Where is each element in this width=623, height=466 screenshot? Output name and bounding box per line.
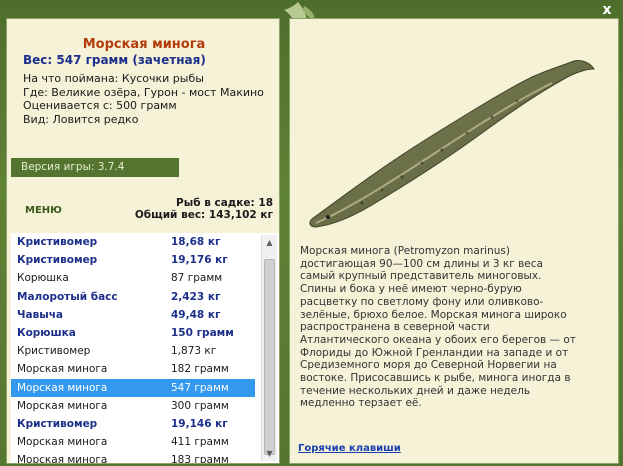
- bait-line: На что поймана: Кусочки рыбы: [23, 72, 204, 85]
- catch-list-row[interactable]: Корюшка 150 грамм: [11, 324, 255, 342]
- catch-fish-weight: 300 грамм: [171, 399, 229, 412]
- catch-fish-weight: 411 грамм: [171, 436, 229, 449]
- catch-fish-name: Чавыча: [17, 308, 64, 321]
- catch-fish-name: Корюшка: [17, 272, 69, 285]
- fish-description: Морская минога (Petromyzon marinus) дост…: [300, 245, 576, 410]
- hotkeys-link[interactable]: Горячие клавиши: [298, 443, 401, 454]
- catch-list-row[interactable]: Кристивомер 18,68 кг: [11, 233, 255, 251]
- catch-fish-name: Кристивомер: [17, 236, 98, 248]
- catch-fish-name: Корюшка: [17, 326, 76, 339]
- fish-info-panel: Морская минога Вес: 547 грамм (зачетная)…: [6, 18, 280, 464]
- catch-list-row[interactable]: Корюшка 87 грамм: [11, 269, 255, 287]
- catch-fish-weight: 19,146 кг: [171, 417, 228, 430]
- catch-fish-weight: 182 грамм: [171, 363, 229, 376]
- fish-details: На что поймана: Кусочки рыбы Где: Велики…: [23, 72, 264, 126]
- catch-list-row[interactable]: Малоротый басс 2,423 кг: [11, 288, 255, 306]
- catch-fish-weight: 19,176 кг: [171, 254, 228, 267]
- catch-fish-name: Кристивомер: [17, 254, 98, 267]
- arrow-down-icon[interactable]: ▼: [262, 446, 277, 461]
- catch-fish-name: Малоротый басс: [17, 290, 118, 303]
- window-frame: x Морская минога Вес: 547 грамм (зачетна…: [0, 0, 623, 466]
- catch-list[interactable]: Кристивомер 18,68 кг Кристивомер 19,176 кг К…: [11, 233, 279, 463]
- catch-list-row[interactable]: Кристивомер 1,873 кг: [11, 342, 255, 360]
- catch-fish-name: Морская минога: [17, 381, 108, 394]
- catch-fish-name: Морская минога: [17, 454, 108, 463]
- fish-name-title: Морская минога: [82, 37, 206, 52]
- catch-fish-weight: 2,423 кг: [171, 290, 221, 303]
- catch-fish-weight: 1,873 кг: [171, 345, 217, 358]
- value-line: Оценивается с: 500 грамм: [23, 99, 177, 112]
- game-version: Версия игры: 3.7.4: [11, 158, 179, 177]
- catch-fish-weight: 547 грамм: [171, 381, 229, 394]
- catch-list-row[interactable]: Морская минога 183 грамм: [11, 451, 255, 463]
- fish-detail-panel: Морская минога (Petromyzon marinus) дост…: [289, 18, 619, 464]
- catch-fish-name: Морская минога: [17, 399, 108, 412]
- catch-fish-weight: 18,68 кг: [171, 236, 221, 248]
- menu-button[interactable]: МЕНЮ: [25, 205, 62, 216]
- arrow-up-icon[interactable]: ▲: [262, 235, 277, 250]
- catch-list-row[interactable]: Кристивомер 19,176 кг: [11, 251, 255, 269]
- catch-fish-weight: 49,48 кг: [171, 308, 221, 321]
- catch-fish-name: Кристивомер: [17, 345, 91, 358]
- catch-fish-name: Морская минога: [17, 436, 108, 449]
- keepnet-stats: Рыб в садке: 18 Общий вес: 143,102 кг: [135, 197, 273, 221]
- catch-list-row[interactable]: Морская минога 182 грамм: [11, 360, 255, 378]
- catch-list-row[interactable]: Морская минога 411 грамм: [11, 433, 255, 451]
- location-line: Где: Великие озёра, Гурон - мост Макино: [23, 85, 264, 99]
- catch-fish-weight: 150 грамм: [171, 326, 234, 339]
- fish-weight: Вес: 547 грамм (зачетная): [23, 53, 206, 67]
- catch-fish-name: Морская минога: [17, 363, 108, 376]
- total-weight: Общий вес: 143,102 кг: [134, 209, 273, 221]
- catch-fish-name: Кристивомер: [17, 417, 98, 430]
- lamprey-image: [309, 60, 595, 228]
- catch-list-rows: Кристивомер 18,68 кг Кристивомер 19,176 кг К…: [11, 233, 279, 463]
- scroll-thumb[interactable]: [264, 259, 275, 455]
- list-scrollbar[interactable]: ▲ ▼: [261, 235, 277, 461]
- catch-list-row[interactable]: Чавыча 49,48 кг: [11, 306, 255, 324]
- catch-list-row[interactable]: Кристивомер 19,146 кг: [11, 415, 255, 433]
- close-button[interactable]: x: [599, 2, 615, 18]
- catch-fish-weight: 87 грамм: [171, 272, 223, 285]
- catch-fish-weight: 183 грамм: [171, 454, 229, 463]
- fish-count: Рыб в садке: 18: [176, 197, 273, 209]
- catch-list-row[interactable]: Морская минога 300 грамм: [11, 397, 255, 415]
- catch-list-row[interactable]: Морская минога 547 грамм: [11, 378, 255, 397]
- view-line: Вид: Ловится редко: [23, 112, 139, 126]
